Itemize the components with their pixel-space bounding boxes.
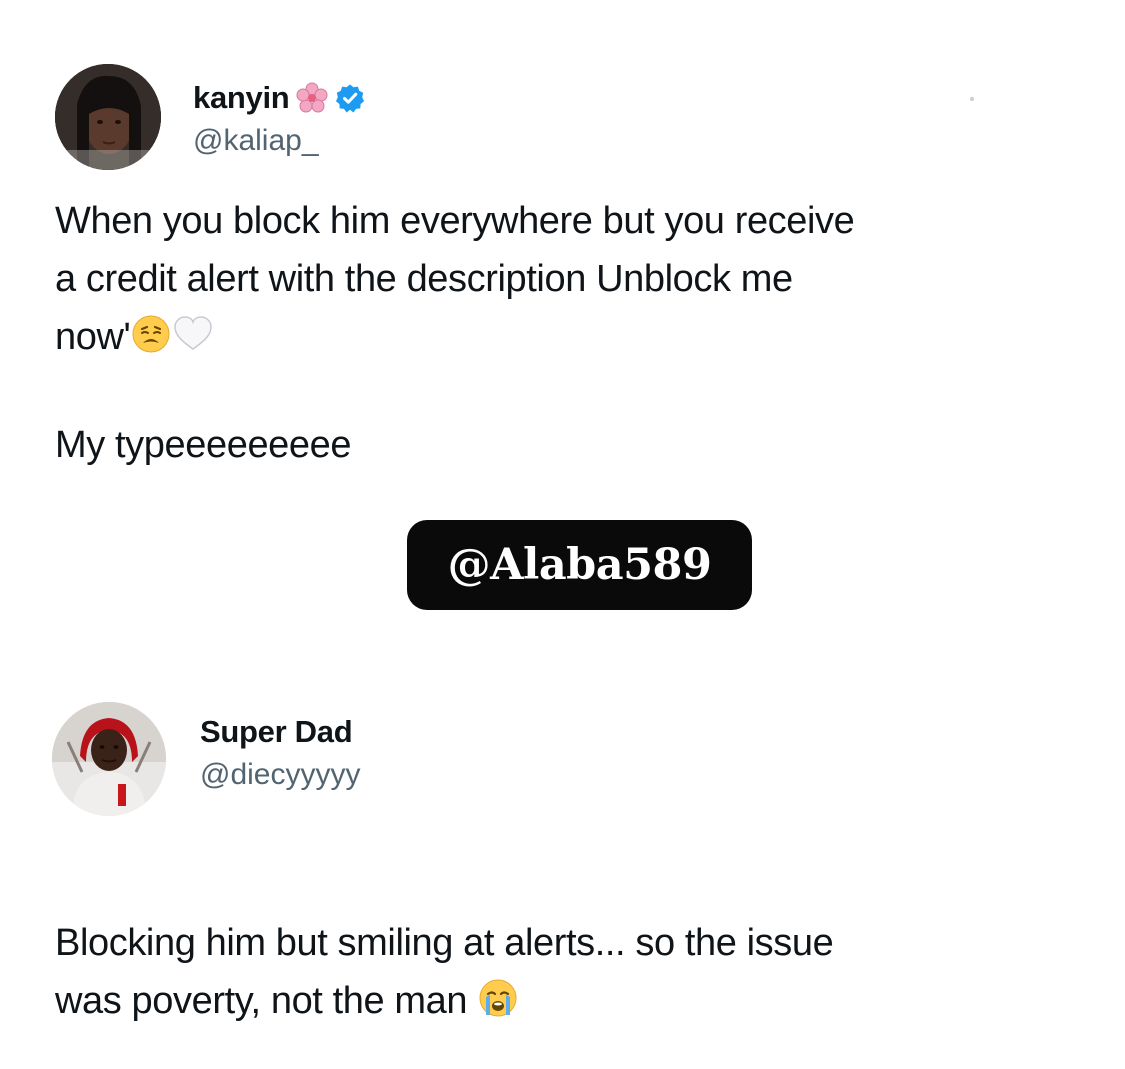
tweet-text-line: When you block him everywhere but you re…: [55, 200, 855, 242]
tweet-text-line: Blocking him but smiling at alerts... so…: [55, 922, 834, 964]
tweet-text: Blocking him but smiling at alerts... so…: [55, 914, 1095, 1030]
tweet-text-secondary: My typeeeeeeeee: [55, 424, 352, 466]
watermark-badge: @Alaba589: [407, 520, 752, 610]
tweet-text: When you block him everywhere but you re…: [55, 192, 1075, 366]
author-handle[interactable]: @kaliap_: [193, 124, 319, 158]
weary-face-icon: [130, 313, 172, 355]
display-name[interactable]: Super Dad: [200, 714, 353, 750]
loudly-crying-face-icon: [477, 977, 519, 1019]
display-name[interactable]: kanyin: [193, 80, 290, 116]
tweet-text-line: a credit alert with the description Unbl…: [55, 258, 793, 300]
avatar[interactable]: [52, 702, 166, 816]
author-handle[interactable]: @diecyyyyy: [200, 758, 361, 792]
white-heart-icon: [172, 313, 214, 355]
more-options-icon[interactable]: [970, 97, 974, 101]
verified-badge-icon: [335, 83, 365, 113]
avatar-image: [52, 702, 166, 816]
tweet-text-line: now': [55, 316, 131, 358]
flower-icon: [295, 81, 329, 115]
avatar[interactable]: [55, 64, 161, 170]
author-name-row: Super Dad: [200, 714, 353, 750]
author-name-row: kanyin: [193, 80, 365, 116]
avatar-image: [55, 64, 161, 170]
tweet-text-line: was poverty, not the man: [55, 980, 468, 1022]
